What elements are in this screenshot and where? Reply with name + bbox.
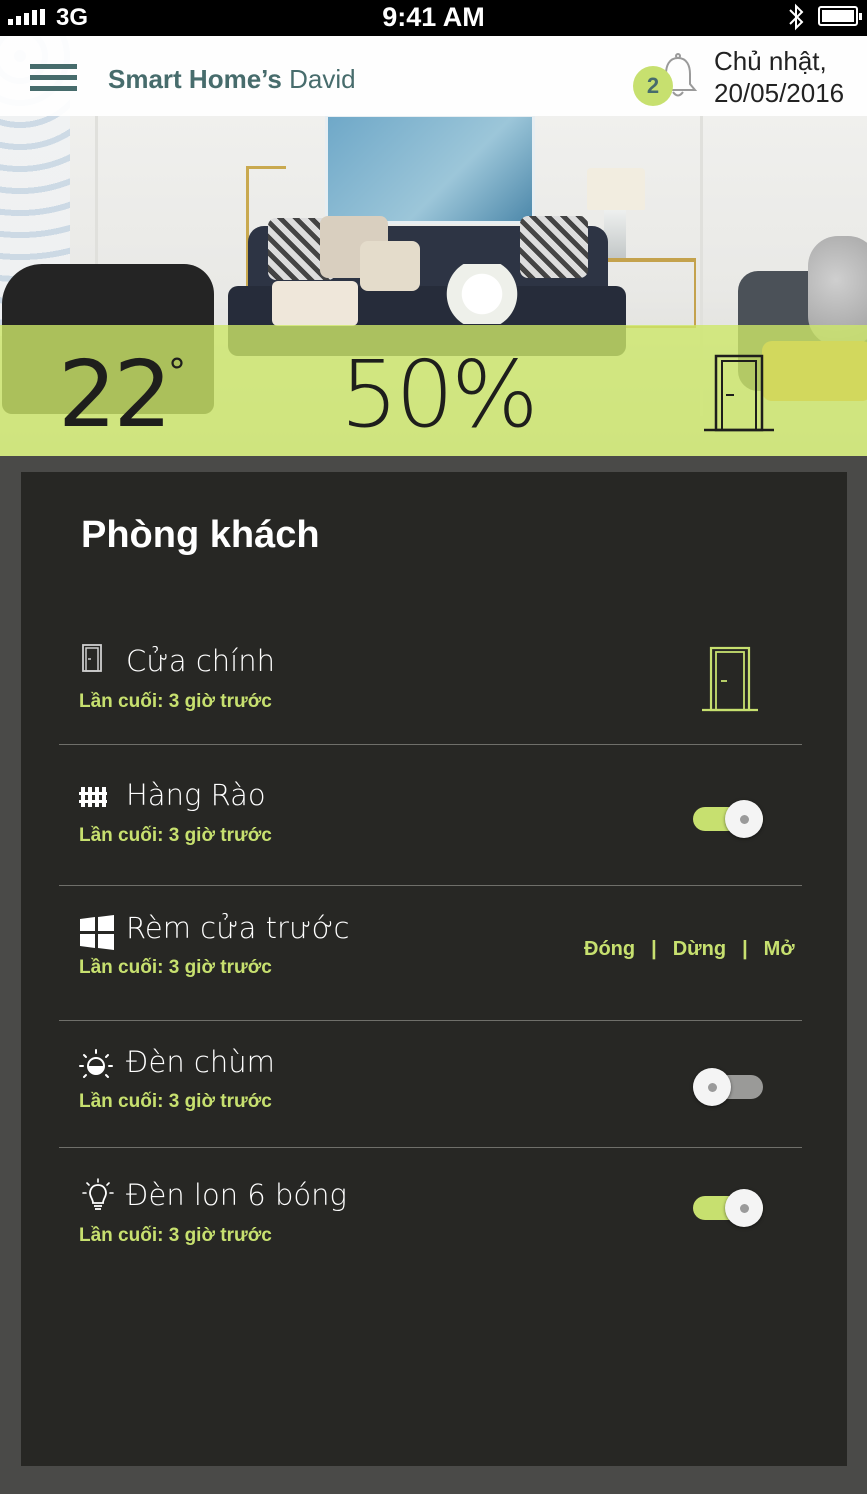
clock: 9:41 AM (382, 2, 485, 32)
door-icon (82, 644, 102, 672)
chandelier-toggle[interactable] (693, 1068, 763, 1106)
room-title: Phòng khách (81, 514, 320, 556)
device-last-fence: Lần cuối: 3 giờ trước (79, 825, 272, 846)
notification-badge[interactable]: 2 (633, 66, 673, 106)
device-last-chandelier: Lần cuối: 3 giờ trước (79, 1091, 272, 1112)
app-title: Smart Home’s David (108, 64, 356, 95)
separator: | (651, 938, 657, 960)
device-last-main-door: Lần cuối: 3 giờ trước (79, 691, 272, 712)
bluetooth-icon (789, 3, 804, 31)
separator: | (742, 938, 748, 960)
temperature-unit: ° (168, 352, 186, 393)
window-icon (80, 915, 114, 950)
bulb-icon (82, 1178, 114, 1210)
can-light-toggle[interactable] (693, 1189, 763, 1227)
device-name-main-door: Cửa chính (126, 644, 275, 678)
humidity-value: 50% (340, 341, 538, 448)
row-divider (59, 1147, 802, 1148)
fence-toggle[interactable] (693, 800, 763, 838)
hamburger-menu-icon[interactable] (30, 64, 77, 92)
device-name-fence: Hàng Rào (126, 778, 266, 812)
app-header: Smart Home’s David 2 Chủ nhật, 20/05/201… (0, 36, 867, 116)
app-title-brand: Smart Home’s (108, 64, 282, 94)
curtain-controls: Đóng | Dừng | Mở (584, 938, 795, 961)
chandelier-icon (79, 1049, 113, 1078)
app-title-user: David (289, 64, 356, 94)
curtain-stop-button[interactable]: Dừng (673, 938, 726, 960)
door-status-icon[interactable] (704, 353, 774, 433)
fence-icon (79, 787, 107, 807)
battery-icon (818, 6, 862, 26)
device-name-chandelier: Đèn chùm (126, 1045, 275, 1079)
device-last-can-light: Lần cuối: 3 giờ trước (79, 1225, 272, 1246)
curtain-open-button[interactable]: Mở (764, 938, 795, 960)
curtain-close-button[interactable]: Đóng (584, 938, 635, 960)
row-divider (59, 744, 802, 745)
date-day-label: Chủ nhật, (714, 46, 827, 76)
date-value: 20/05/2016 (714, 78, 845, 108)
status-bar: 3G 9:41 AM (0, 0, 867, 36)
row-divider (59, 885, 802, 886)
device-name-front-curtain: Rèm cửa trước (126, 911, 350, 945)
temperature-value: 22 (58, 341, 172, 448)
room-panel: Phòng khách Cửa chính Lần cuối: 3 giờ tr… (21, 472, 847, 1466)
device-name-can-light: Đèn lon 6 bóng (126, 1178, 347, 1212)
main-door-control-icon[interactable] (702, 646, 758, 712)
row-divider (59, 1020, 802, 1021)
device-last-front-curtain: Lần cuối: 3 giờ trước (79, 957, 272, 978)
